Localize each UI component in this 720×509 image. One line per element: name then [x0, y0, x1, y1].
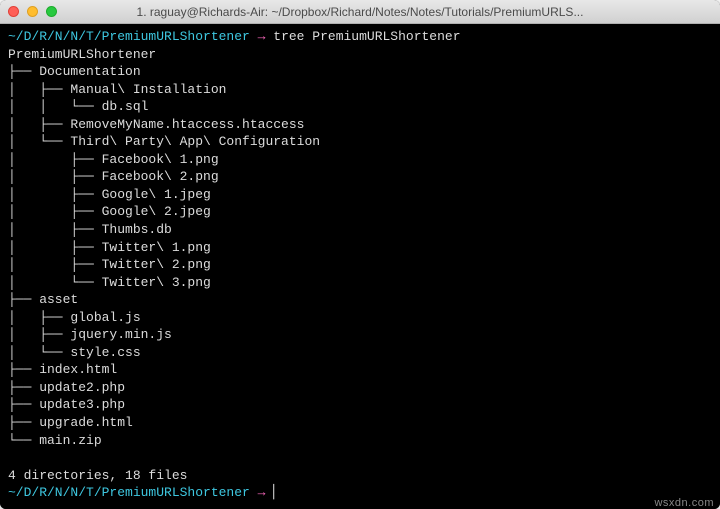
close-icon[interactable]	[8, 6, 19, 17]
tree-line: ├── index.html	[8, 362, 117, 377]
tree-line: │ ├── global.js	[8, 310, 141, 325]
traffic-lights	[8, 6, 57, 17]
tree-line: ├── Documentation	[8, 64, 141, 79]
tree-line: ├── upgrade.html	[8, 415, 133, 430]
tree-line: │ ├── Manual\ Installation	[8, 82, 226, 97]
maximize-icon[interactable]	[46, 6, 57, 17]
tree-line: │ ├── Google\ 2.jpeg	[8, 204, 211, 219]
window-title: 1. raguay@Richards-Air: ~/Dropbox/Richar…	[0, 5, 720, 19]
prompt-path: ~/D/R/N/N/T/PremiumURLShortener	[8, 29, 250, 44]
terminal-window: 1. raguay@Richards-Air: ~/Dropbox/Richar…	[0, 0, 720, 509]
prompt-arrow-icon: →	[258, 485, 266, 500]
tree-line: │ ├── Facebook\ 1.png	[8, 152, 219, 167]
titlebar[interactable]: 1. raguay@Richards-Air: ~/Dropbox/Richar…	[0, 0, 720, 24]
tree-line: │ └── Third\ Party\ App\ Configuration	[8, 134, 320, 149]
tree-line: ├── update2.php	[8, 380, 125, 395]
tree-line: │ ├── Twitter\ 2.png	[8, 257, 211, 272]
tree-summary: 4 directories, 18 files	[8, 468, 187, 483]
tree-line: └── main.zip	[8, 433, 102, 448]
tree-line: │ ├── Facebook\ 2.png	[8, 169, 219, 184]
tree-line: │ ├── RemoveMyName.htaccess.htaccess	[8, 117, 304, 132]
tree-line: │ ├── Twitter\ 1.png	[8, 240, 211, 255]
tree-line: ├── update3.php	[8, 397, 125, 412]
command-text: tree PremiumURLShortener	[273, 29, 460, 44]
tree-line: │ ├── Thumbs.db	[8, 222, 172, 237]
prompt-path: ~/D/R/N/N/T/PremiumURLShortener	[8, 485, 250, 500]
tree-line: │ │ └── db.sql	[8, 99, 148, 114]
cursor-icon: ▏	[273, 485, 281, 500]
tree-line: │ └── style.css	[8, 345, 141, 360]
tree-line: │ └── Twitter\ 3.png	[8, 275, 211, 290]
minimize-icon[interactable]	[27, 6, 38, 17]
tree-line: PremiumURLShortener	[8, 47, 156, 62]
tree-line: ├── asset	[8, 292, 78, 307]
terminal-body[interactable]: ~/D/R/N/N/T/PremiumURLShortener → tree P…	[0, 24, 720, 509]
tree-line: │ ├── jquery.min.js	[8, 327, 172, 342]
watermark-text: wsxdn.com	[654, 497, 714, 509]
prompt-arrow-icon: →	[258, 29, 266, 44]
tree-line: │ ├── Google\ 1.jpeg	[8, 187, 211, 202]
